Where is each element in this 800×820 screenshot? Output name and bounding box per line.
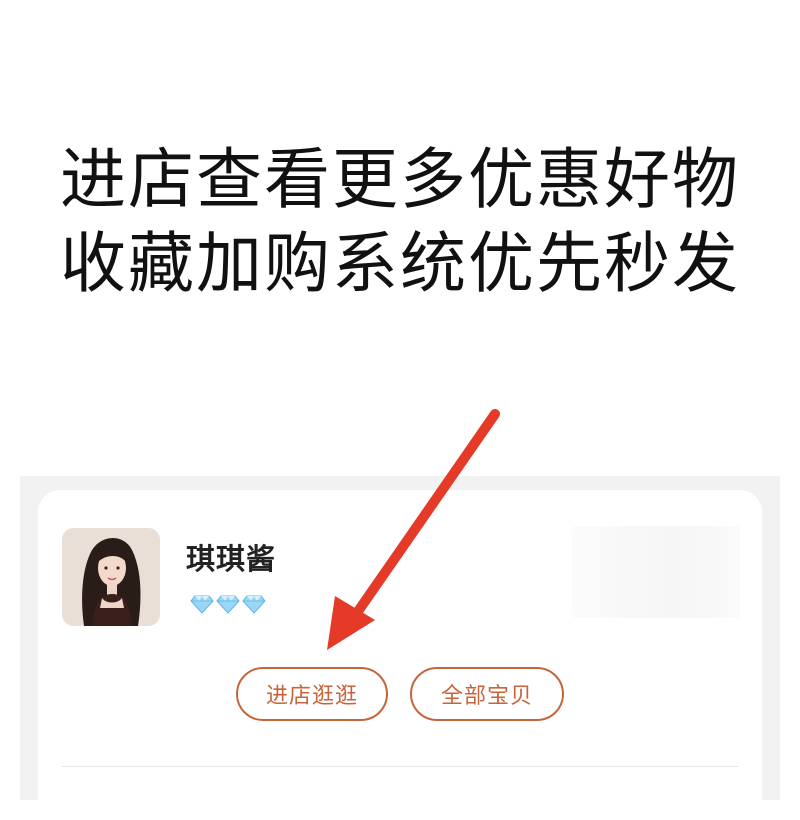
promo-headline: 进店查看更多优惠好物 收藏加购系统优先秒发 xyxy=(0,138,800,306)
diamond-icon xyxy=(190,595,214,614)
diamond-icon xyxy=(242,595,266,614)
all-items-button[interactable]: 全部宝贝 xyxy=(410,667,564,721)
visit-shop-button[interactable]: 进店逛逛 xyxy=(236,667,388,721)
shop-avatar[interactable] xyxy=(62,528,160,626)
avatar-portrait-image xyxy=(62,528,160,626)
diamond-icon xyxy=(216,595,240,614)
shop-name[interactable]: 琪琪酱 xyxy=(186,536,276,578)
promo-line-1: 进店查看更多优惠好物 xyxy=(60,141,740,218)
promo-line-2: 收藏加购系统优先秒发 xyxy=(60,225,740,302)
shop-rating-diamonds xyxy=(190,594,266,614)
card-divider xyxy=(62,766,738,767)
obscured-area xyxy=(572,526,740,618)
